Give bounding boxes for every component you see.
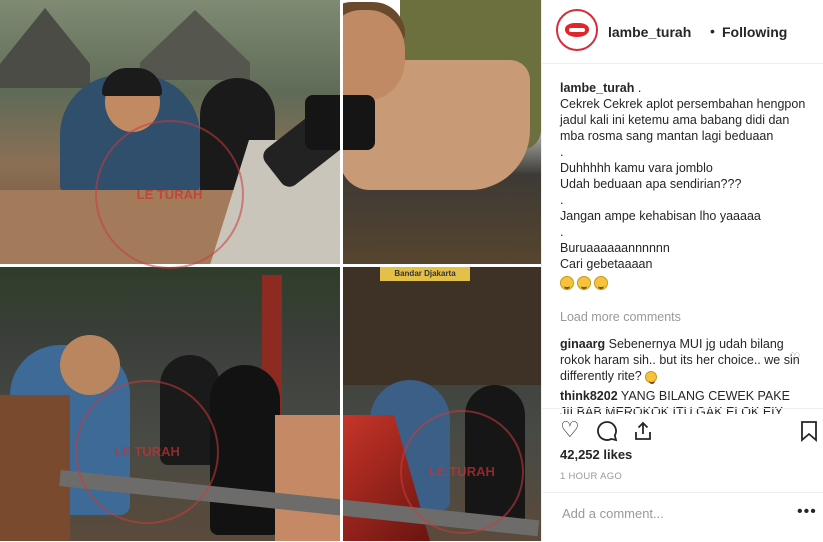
more-options-icon[interactable]: ••• (797, 503, 817, 521)
caption-line: Udah beduaan apa sendirian??? (560, 177, 742, 191)
header-username[interactable]: lambe_turah (608, 24, 691, 40)
add-comment-bar: ••• (542, 492, 823, 542)
caption-line: . (560, 145, 564, 159)
load-more-comments-link[interactable]: Load more comments (560, 310, 681, 324)
header-separator: • (710, 23, 715, 39)
post-header: lambe_turah • Following (542, 0, 823, 64)
restaurant-sign: Bandar Djakarta (380, 267, 470, 281)
caption-line: Buruaaaaaannnnnn (560, 241, 670, 255)
post-actions: ♡ (542, 408, 823, 451)
comment-like-icon[interactable]: ♡ (789, 350, 801, 366)
caption-line: . (560, 193, 564, 207)
bookmark-icon[interactable] (800, 417, 818, 443)
likes-count[interactable]: 42,252 likes (560, 447, 632, 462)
caption-line: Cekrek Cekrek aplot persembahan hengpon … (560, 97, 809, 143)
grinning-face-icon (594, 275, 608, 290)
post-caption: lambe_turah . Cekrek Cekrek aplot persem… (560, 80, 812, 290)
avatar[interactable] (556, 9, 598, 51)
caption-username[interactable]: lambe_turah (560, 81, 634, 95)
post-image[interactable]: Bandar Djakarta LE TURAH LE TURAH LE TUR… (0, 0, 541, 541)
comment: ginaarg Sebenernya MUI jg udah bilang ro… (560, 336, 800, 384)
caption-line: Jangan ampe kehabisan lho yaaaaa (560, 209, 761, 223)
watermark-logo: LE TURAH (400, 410, 524, 534)
watermark-logo: LE TURAH (95, 120, 244, 269)
caption-line: . (560, 225, 564, 239)
share-icon[interactable] (632, 417, 654, 443)
caption-line: Cari gebetaaaan (560, 257, 653, 271)
watermark-logo: LE TURAH (75, 380, 219, 524)
grinning-face-icon (577, 275, 591, 290)
grinning-face-icon (560, 275, 574, 290)
grinning-face-icon (645, 370, 658, 384)
post-sidebar: lambe_turah • Following lambe_turah . Ce… (541, 0, 823, 541)
add-comment-input[interactable] (560, 505, 784, 522)
caption-emojis (560, 274, 812, 290)
comment-icon[interactable] (596, 417, 618, 443)
collage-divider (0, 264, 541, 267)
heart-icon[interactable]: ♡ (560, 417, 580, 443)
post-timestamp: 1 HOUR AGO (560, 471, 623, 482)
comment-username[interactable]: ginaarg (560, 337, 605, 351)
following-button[interactable]: Following (722, 24, 787, 40)
comment-username[interactable]: think8202 (560, 389, 618, 403)
collage-divider (340, 0, 343, 541)
caption-line: Duhhhhh kamu vara jomblo (560, 161, 713, 175)
